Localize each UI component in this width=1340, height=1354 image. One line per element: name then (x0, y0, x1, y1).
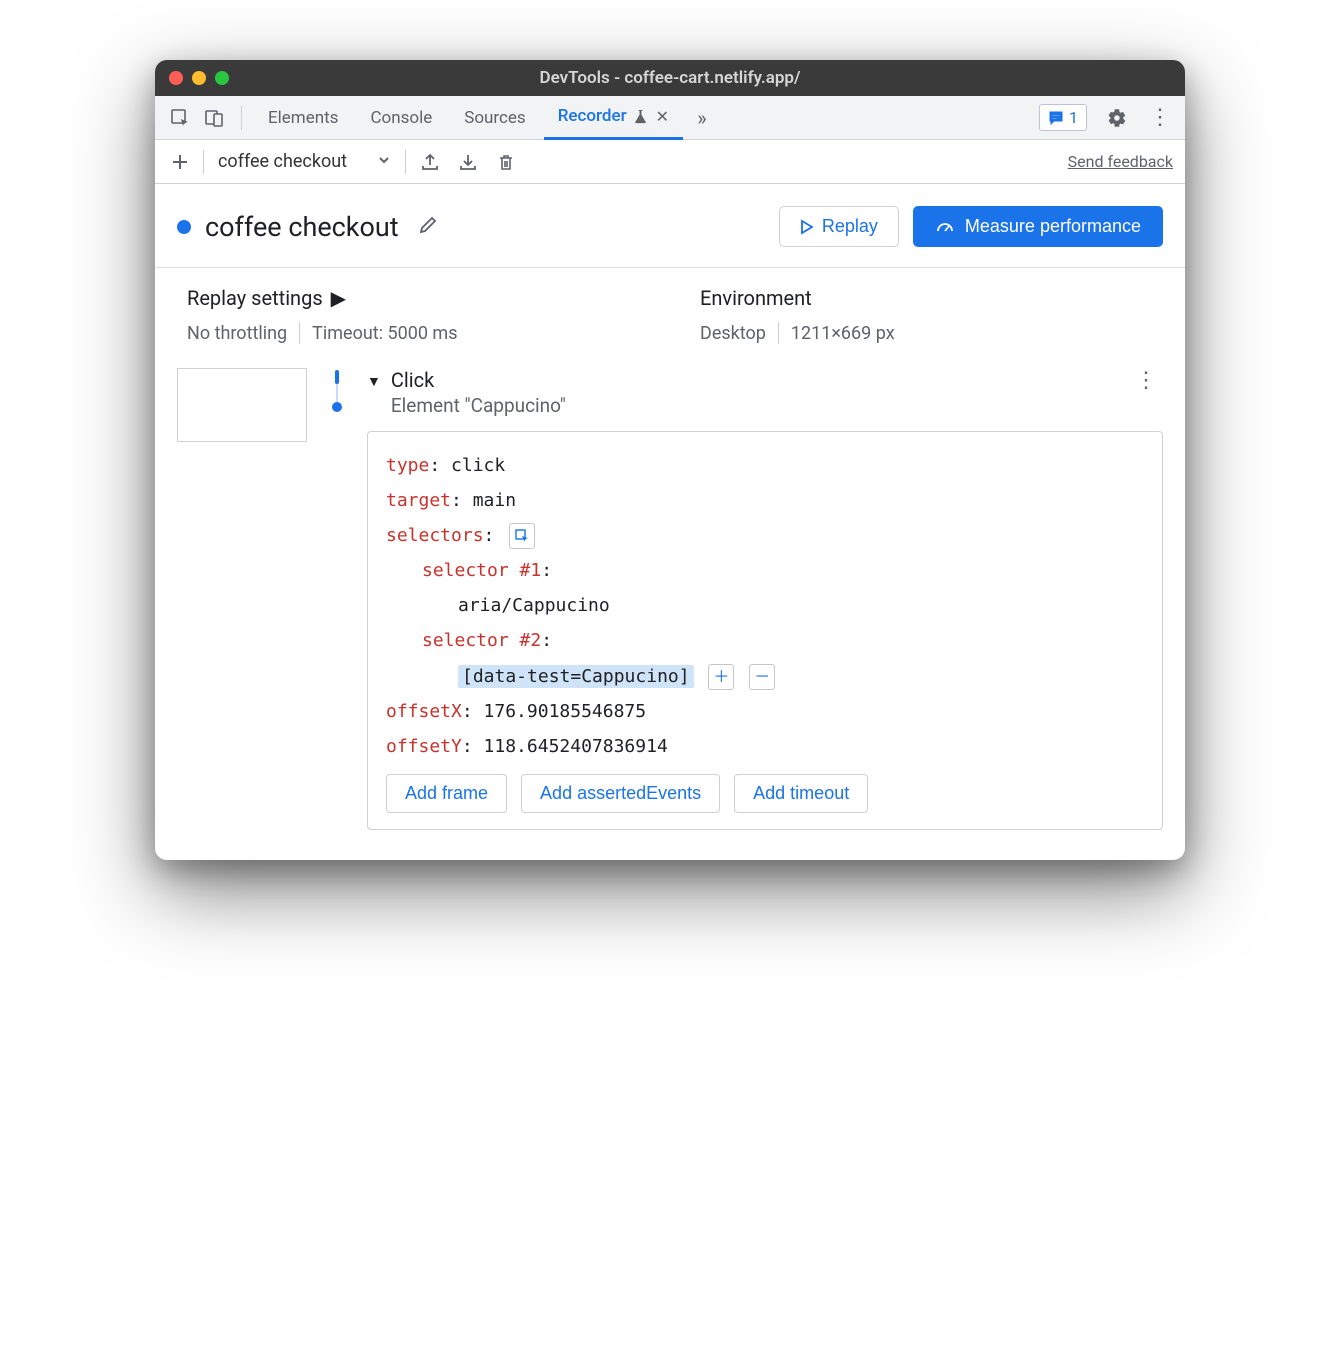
environment-heading: Environment (700, 286, 1153, 310)
tab-elements[interactable]: Elements (254, 96, 352, 140)
issues-count: 1 (1069, 108, 1078, 127)
environment-settings: Environment Desktop 1211×669 px (700, 286, 1153, 344)
add-asserted-events-button[interactable]: Add assertedEvents (521, 774, 720, 813)
traffic-lights (169, 71, 229, 85)
field-target[interactable]: target: main (386, 483, 1144, 518)
devtools-window: DevTools - coffee-cart.netlify.app/ Elem… (155, 60, 1185, 860)
tab-sources[interactable]: Sources (450, 96, 539, 140)
timeout-value: Timeout: 5000 ms (312, 323, 457, 344)
add-frame-button[interactable]: Add frame (386, 774, 507, 813)
timeline-tick (335, 370, 339, 384)
step-title: Click (391, 368, 566, 392)
gear-icon[interactable] (1101, 103, 1131, 133)
send-feedback-link[interactable]: Send feedback (1068, 152, 1173, 171)
window-title: DevTools - coffee-cart.netlify.app/ (540, 68, 801, 88)
timeline-dot (332, 402, 342, 412)
replay-settings-heading[interactable]: Replay settings ▶ (187, 286, 640, 310)
expand-caret-icon[interactable]: ▼ (367, 373, 381, 390)
replay-settings: Replay settings ▶ No throttling Timeout:… (187, 286, 640, 344)
dimensions-value: 1211×669 px (791, 323, 895, 344)
recording-header: coffee checkout Replay Measure performan… (155, 184, 1185, 267)
throttling-value: No throttling (187, 323, 287, 344)
field-selector-1[interactable]: selector #1: (386, 553, 1144, 588)
measure-label: Measure performance (965, 216, 1141, 237)
add-selector-button[interactable]: ＋ (708, 664, 734, 690)
field-selector-2[interactable]: selector #2: (386, 623, 1144, 658)
tab-recorder[interactable]: Recorder ✕ (544, 96, 683, 140)
device-value: Desktop (700, 323, 766, 344)
separator (299, 322, 300, 344)
titlebar: DevTools - coffee-cart.netlify.app/ (155, 60, 1185, 96)
remove-selector-button[interactable]: － (749, 664, 775, 690)
close-window-button[interactable] (169, 71, 183, 85)
import-icon[interactable] (454, 148, 482, 176)
play-icon (800, 219, 814, 235)
measure-performance-button[interactable]: Measure performance (913, 206, 1163, 247)
step-subtitle: Element "Cappucino" (391, 394, 566, 417)
replay-button[interactable]: Replay (779, 206, 899, 247)
edit-icon[interactable] (417, 214, 439, 240)
chevron-down-icon (377, 151, 391, 172)
separator (241, 106, 242, 130)
pick-selector-icon[interactable] (509, 523, 535, 549)
separator (203, 150, 204, 174)
step-actions: Add frame Add assertedEvents Add timeout (386, 774, 1144, 813)
recording-title: coffee checkout (205, 211, 399, 243)
new-recording-button[interactable] (167, 149, 193, 175)
field-offsetx[interactable]: offsetX: 176.90185546875 (386, 694, 1144, 729)
issues-badge[interactable]: 1 (1039, 104, 1087, 131)
step-body: ▼ Click Element "Cappucino" ⋮ type: clic… (367, 368, 1163, 830)
step-thumbnail[interactable] (177, 368, 307, 442)
device-toggle-icon[interactable] (199, 103, 229, 133)
kebab-menu-icon[interactable]: ⋮ (1145, 103, 1175, 133)
selector-2-value[interactable]: [data-test=Cappucino] (458, 665, 694, 688)
steps-area: ▼ Click Element "Cappucino" ⋮ type: clic… (155, 368, 1185, 860)
tab-console[interactable]: Console (356, 96, 446, 140)
chat-icon (1048, 110, 1064, 126)
timeline-line (336, 384, 338, 402)
selector-1-value[interactable]: aria/Cappucino (386, 588, 1144, 623)
separator (405, 150, 406, 174)
recorder-toolbar: coffee checkout Send feedback (155, 140, 1185, 184)
step-header[interactable]: ▼ Click Element "Cappucino" ⋮ (367, 368, 1163, 417)
separator (778, 322, 779, 344)
flask-icon (633, 109, 648, 124)
field-offsety[interactable]: offsetY: 118.6452407836914 (386, 729, 1144, 764)
chevron-right-icon: ▶ (331, 286, 346, 310)
close-tab-icon[interactable]: ✕ (656, 107, 669, 126)
field-selectors[interactable]: selectors: (386, 518, 1144, 553)
step-details: type: click target: main selectors: sele… (367, 431, 1163, 830)
settings-row: Replay settings ▶ No throttling Timeout:… (155, 268, 1185, 368)
field-type[interactable]: type: click (386, 448, 1144, 483)
delete-icon[interactable] (492, 148, 520, 176)
status-dot (177, 220, 191, 234)
minimize-window-button[interactable] (192, 71, 206, 85)
replay-label: Replay (822, 216, 878, 237)
recording-dropdown[interactable]: coffee checkout (214, 149, 395, 174)
recording-name: coffee checkout (218, 151, 347, 172)
selector-2-row: [data-test=Cappucino] ＋ － (386, 659, 1144, 694)
tab-label: Recorder (558, 106, 627, 126)
inspect-icon[interactable] (165, 103, 195, 133)
export-icon[interactable] (416, 148, 444, 176)
timeline (325, 368, 349, 830)
gauge-icon (935, 217, 955, 237)
more-tabs-icon[interactable]: » (687, 103, 717, 133)
step-menu-icon[interactable]: ⋮ (1135, 368, 1163, 393)
add-timeout-button[interactable]: Add timeout (734, 774, 868, 813)
zoom-window-button[interactable] (215, 71, 229, 85)
tabbar: Elements Console Sources Recorder ✕ » 1 … (155, 96, 1185, 140)
